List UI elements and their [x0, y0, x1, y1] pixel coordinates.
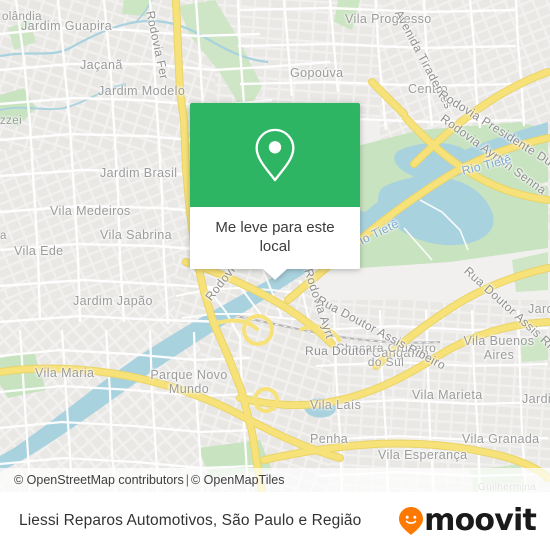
- page-title: Liessi Reparos Automotivos, São Paulo e …: [19, 512, 362, 529]
- moovit-logo[interactable]: moovit: [398, 503, 537, 538]
- popup-message: Me leve para este local: [215, 219, 335, 256]
- map-popup[interactable]: Me leve para este local: [190, 103, 360, 281]
- popup-body: Me leve para este local: [190, 207, 360, 270]
- map-viewport[interactable]: olândia Jardim Guapira Jaçanã Jardim Mod…: [0, 0, 550, 492]
- map-page: olândia Jardim Guapira Jaçanã Jardim Mod…: [0, 0, 550, 550]
- attribution-tiles[interactable]: © OpenMapTiles: [191, 473, 285, 487]
- attribution-osm[interactable]: © OpenStreetMap contributors: [14, 473, 184, 487]
- moovit-smiley-pin-icon: [399, 507, 424, 535]
- map-pin-icon: [255, 128, 295, 182]
- map-attribution: © OpenStreetMap contributors | © OpenMapTi…: [0, 468, 550, 492]
- page-footer: Liessi Reparos Automotivos, São Paulo e …: [0, 492, 550, 550]
- moovit-wordmark: moovit: [424, 503, 537, 538]
- popup-pointer: [263, 269, 287, 281]
- popup-header: [190, 103, 360, 207]
- attribution-separator: |: [185, 473, 189, 487]
